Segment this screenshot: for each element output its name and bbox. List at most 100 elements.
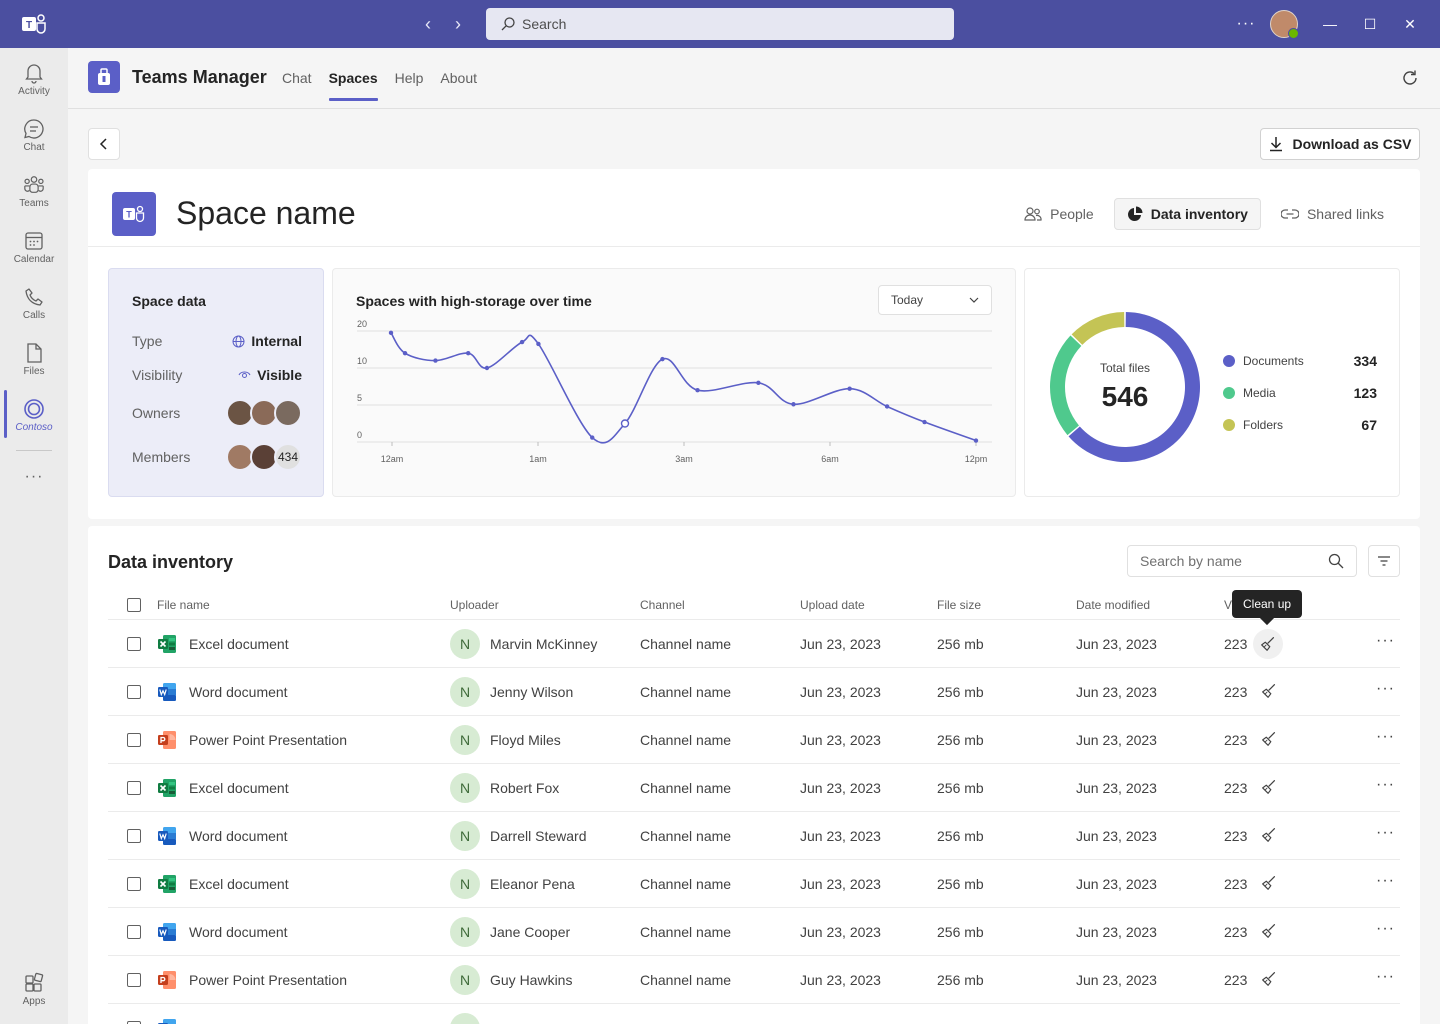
column-file-name[interactable]: File name	[157, 598, 210, 612]
row-more-button[interactable]: ···	[1376, 728, 1395, 746]
data-point[interactable]	[433, 358, 438, 363]
settings-more-button[interactable]: ···	[1226, 15, 1266, 33]
clean-up-broom-icon[interactable]	[1260, 922, 1280, 942]
tab-spaces[interactable]: Spaces	[328, 70, 378, 101]
table-row[interactable]	[108, 1004, 1400, 1024]
column-views[interactable]: V	[1224, 598, 1232, 612]
row-more-button[interactable]: ···	[1376, 680, 1395, 698]
file-name[interactable]: Power Point Presentation	[189, 732, 347, 748]
download-csv-button[interactable]: Download as CSV	[1260, 128, 1420, 160]
rail-item-calls[interactable]: Calls	[0, 284, 68, 336]
row-more-button[interactable]: ···	[1376, 872, 1395, 890]
members-count[interactable]: 434	[274, 443, 302, 471]
data-point[interactable]	[791, 402, 796, 407]
rail-item-chat[interactable]: Chat	[0, 116, 68, 168]
space-tab-data-inventory[interactable]: Data inventory	[1113, 198, 1261, 230]
tab-help[interactable]: Help	[395, 70, 424, 86]
close-window-button[interactable]: ✕	[1390, 16, 1430, 33]
back-button[interactable]	[88, 128, 120, 160]
clean-up-broom-icon[interactable]	[1260, 730, 1280, 750]
data-point[interactable]	[922, 419, 927, 425]
clean-up-broom-icon[interactable]	[1260, 778, 1280, 798]
file-name[interactable]: Excel document	[189, 876, 289, 892]
space-tab-shared-links[interactable]: Shared links	[1269, 198, 1396, 230]
data-point[interactable]	[847, 386, 852, 391]
maximize-button[interactable]: ☐	[1350, 16, 1390, 33]
clean-up-broom-icon[interactable]	[1260, 826, 1280, 846]
column-file-size[interactable]: File size	[937, 598, 981, 612]
data-point[interactable]	[388, 330, 394, 336]
row-more-button[interactable]: ···	[1376, 920, 1395, 938]
file-name[interactable]: Excel document	[189, 636, 289, 652]
clean-up-broom-icon[interactable]	[1260, 682, 1280, 702]
clean-up-broom-icon[interactable]	[1260, 874, 1280, 894]
donut-slice-folders[interactable]	[1071, 312, 1125, 345]
forward-nav-button[interactable]: ›	[450, 14, 466, 34]
data-point[interactable]	[695, 388, 700, 393]
data-point[interactable]	[484, 365, 490, 371]
rail-item-teams[interactable]: Teams	[0, 172, 68, 224]
row-checkbox[interactable]	[127, 637, 141, 651]
file-name[interactable]: Word document	[189, 684, 288, 700]
column-channel[interactable]: Channel	[640, 598, 685, 612]
donut-slice-media[interactable]	[1050, 335, 1082, 436]
tab-chat[interactable]: Chat	[282, 70, 312, 86]
table-row[interactable]: Word document N Jenny Wilson Channel name Ju…	[108, 668, 1400, 716]
row-more-button[interactable]: ···	[1376, 824, 1395, 842]
refresh-icon[interactable]	[1400, 68, 1420, 88]
inventory-search-input[interactable]: Search by name	[1127, 545, 1357, 577]
rail-more-button[interactable]: ···	[0, 468, 68, 494]
row-checkbox[interactable]	[127, 877, 141, 891]
table-row[interactable]: Excel document N Marvin McKinney Channel na…	[108, 620, 1400, 668]
row-checkbox[interactable]	[127, 781, 141, 795]
data-point[interactable]	[590, 435, 595, 440]
file-name[interactable]: Power Point Presentation	[189, 972, 347, 988]
user-avatar[interactable]	[1270, 10, 1299, 39]
owner-avatar[interactable]	[274, 399, 302, 427]
row-more-button[interactable]: ···	[1376, 776, 1395, 794]
file-name[interactable]: Word document	[189, 828, 288, 844]
data-point[interactable]	[973, 438, 979, 443]
tab-about[interactable]: About	[440, 70, 477, 86]
row-checkbox[interactable]	[127, 829, 141, 843]
data-point[interactable]	[756, 380, 761, 385]
filter-button[interactable]	[1368, 545, 1400, 577]
row-checkbox[interactable]	[127, 733, 141, 747]
rail-item-apps[interactable]: Apps	[0, 970, 68, 1022]
rail-item-files[interactable]: Files	[0, 340, 68, 392]
row-more-button[interactable]: ···	[1376, 968, 1395, 986]
rail-item-activity[interactable]: Activity	[0, 60, 68, 112]
table-row[interactable]: Word document N Darrell Steward Channel nam…	[108, 812, 1400, 860]
data-point[interactable]	[620, 419, 630, 428]
data-point[interactable]	[519, 339, 525, 345]
column-upload-date[interactable]: Upload date	[800, 598, 865, 612]
clean-up-broom-icon[interactable]	[1260, 970, 1280, 990]
table-row[interactable]: Excel document N Eleanor Pena Channel name J…	[108, 860, 1400, 908]
clean-up-broom-icon[interactable]	[1253, 629, 1283, 659]
data-point[interactable]	[402, 351, 408, 356]
space-tab-people[interactable]: People	[1012, 198, 1106, 230]
row-checkbox[interactable]	[127, 973, 141, 987]
data-point[interactable]	[466, 351, 471, 356]
data-point[interactable]	[536, 341, 541, 347]
row-checkbox[interactable]	[127, 685, 141, 699]
time-range-dropdown[interactable]: Today	[878, 285, 992, 315]
column-uploader[interactable]: Uploader	[450, 598, 499, 612]
rail-item-contoso[interactable]: Contoso	[0, 396, 68, 448]
rail-item-calendar[interactable]: Calendar	[0, 228, 68, 280]
minimize-button[interactable]: —	[1310, 16, 1350, 32]
global-search-input[interactable]: Search	[486, 8, 954, 40]
file-name[interactable]: Excel document	[189, 780, 289, 796]
table-row[interactable]: Power Point Presentation N Floyd Miles Chan…	[108, 716, 1400, 764]
table-row[interactable]: Power Point Presentation N Guy Hawkins Chan…	[108, 956, 1400, 1004]
table-row[interactable]: Excel document N Robert Fox Channel name Jun…	[108, 764, 1400, 812]
row-more-button[interactable]: ···	[1376, 632, 1395, 650]
data-point[interactable]	[884, 404, 890, 409]
column-date-modified[interactable]: Date modified	[1076, 598, 1150, 612]
table-row[interactable]: Word document N Jane Cooper Channel name Jun…	[108, 908, 1400, 956]
select-all-checkbox[interactable]	[127, 598, 141, 612]
data-point[interactable]	[660, 356, 665, 362]
file-name[interactable]: Word document	[189, 924, 288, 940]
row-checkbox[interactable]	[127, 925, 141, 939]
back-nav-button[interactable]: ‹	[420, 14, 436, 34]
